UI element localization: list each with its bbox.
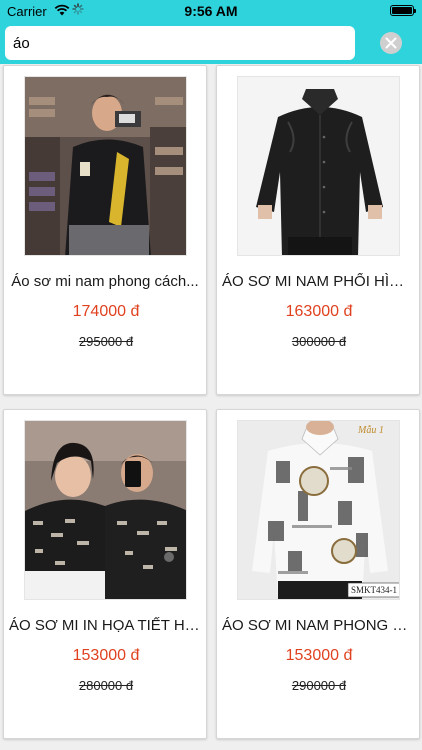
product-price: 153000 đ bbox=[72, 647, 140, 664]
product-name: ÁO SƠ MI NAM PHỐI HÌNH... bbox=[222, 273, 414, 290]
product-card[interactable]: ÁO SƠ MI IN HỌA TIẾT HÌN... 153000 đ 280… bbox=[3, 409, 207, 739]
product-old-price: 290000 đ bbox=[291, 678, 347, 693]
status-time: 9:56 AM bbox=[184, 3, 238, 19]
product-grid: Áo sơ mi nam phong cách... 174000 đ 2950… bbox=[0, 64, 422, 750]
product-price: 163000 đ bbox=[285, 303, 353, 320]
clear-search-button[interactable] bbox=[380, 32, 402, 54]
product-image bbox=[24, 420, 187, 600]
product-price: 174000 đ bbox=[72, 303, 140, 320]
product-code-tag: SMKT434-1 bbox=[351, 585, 397, 595]
search-input[interactable] bbox=[5, 26, 355, 60]
variant-tag: Mẫu 1 bbox=[357, 425, 384, 436]
product-old-price: 280000 đ bbox=[78, 678, 134, 693]
product-image: SMKT434-1 Mẫu 1 bbox=[237, 420, 400, 600]
product-card[interactable]: ÁO SƠ MI NAM PHỐI HÌNH... 163000 đ 30000… bbox=[216, 65, 420, 395]
product-old-price: 300000 đ bbox=[291, 334, 347, 349]
product-name: Áo sơ mi nam phong cách... bbox=[11, 273, 199, 290]
product-price: 153000 đ bbox=[285, 647, 353, 664]
battery-icon bbox=[390, 5, 416, 16]
close-icon bbox=[385, 37, 397, 49]
product-card[interactable]: SMKT434-1 Mẫu 1 ÁO SƠ MI NAM PHONG CÁ...… bbox=[216, 409, 420, 739]
product-image bbox=[24, 76, 187, 256]
product-name: ÁO SƠ MI IN HỌA TIẾT HÌN... bbox=[9, 617, 201, 634]
product-image bbox=[237, 76, 400, 256]
status-bar: Carrier 9:56 AM bbox=[0, 0, 422, 22]
product-old-price: 295000 đ bbox=[78, 334, 134, 349]
product-card[interactable]: Áo sơ mi nam phong cách... 174000 đ 2950… bbox=[3, 65, 207, 395]
product-name: ÁO SƠ MI NAM PHONG CÁ... bbox=[222, 617, 414, 634]
app-header: Carrier 9:56 AM bbox=[0, 0, 422, 64]
